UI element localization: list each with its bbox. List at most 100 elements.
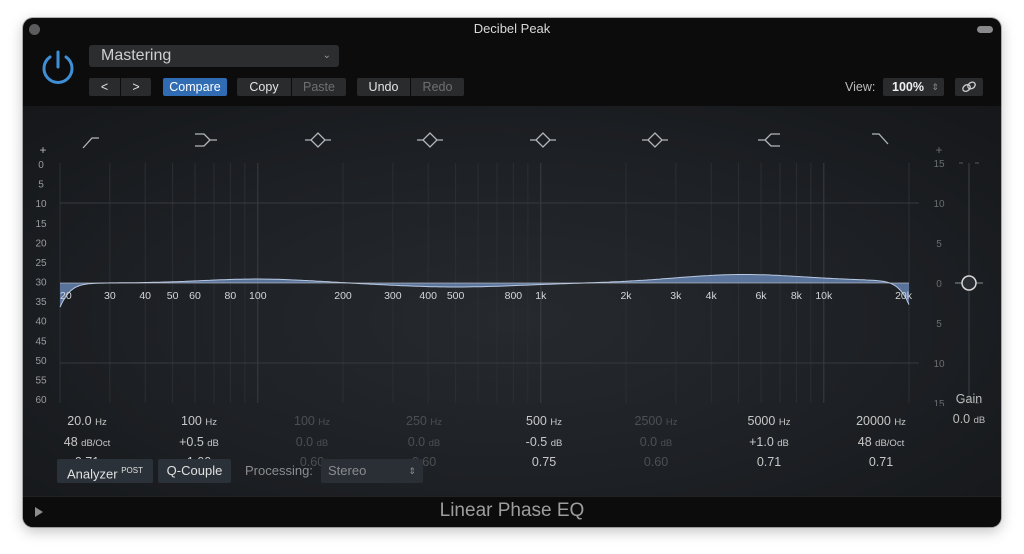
left-scale-tick: 20 (35, 238, 47, 249)
band-frequency-value[interactable]: 5000 (748, 414, 776, 428)
band-gain-unit: dB/Oct (875, 437, 905, 449)
compare-button[interactable]: Compare (163, 78, 227, 96)
bell-icon[interactable] (305, 132, 331, 148)
band-8-readout[interactable]: 20000 Hz 48 dB/Oct 0.71 (851, 412, 911, 473)
high-shelf-icon[interactable] (758, 133, 780, 147)
bell-icon[interactable] (530, 132, 556, 148)
band-frequency-unit: Hz (894, 417, 906, 428)
band-gain-value[interactable]: 0.0 (296, 435, 313, 449)
frequency-label: 60 (189, 290, 201, 302)
band-frequency-unit: Hz (318, 417, 330, 428)
preset-menu[interactable]: Mastering ⌄ (89, 45, 339, 67)
bell-icon[interactable] (417, 132, 443, 148)
band-gain-value[interactable]: 0.0 (640, 435, 657, 449)
left-scale-tick: 15 (35, 219, 47, 230)
view-zoom-select[interactable]: 100% ⇕ (883, 78, 944, 96)
band-frequency-unit: Hz (550, 417, 562, 428)
band-gain-unit: dB (316, 437, 329, 449)
band-frequency-unit: Hz (95, 417, 107, 428)
left-scale-tick: 0 (38, 160, 44, 171)
left-scale-tick: 50 (35, 356, 47, 367)
copy-button[interactable]: Copy (237, 78, 291, 96)
frequency-label: 30 (104, 290, 116, 302)
paste-button[interactable]: Paste (292, 78, 346, 96)
frequency-label: 500 (447, 290, 465, 302)
frequency-label: 8k (791, 290, 803, 302)
bell-icon[interactable] (642, 132, 668, 148)
band-7-readout[interactable]: 5000 Hz +1.0 dB 0.71 (739, 412, 799, 473)
window-control-pill[interactable] (977, 26, 993, 33)
frequency-label: 800 (505, 290, 523, 302)
low-shelf-icon[interactable] (195, 133, 217, 147)
frequency-label: 50 (167, 290, 179, 302)
band-gain-value[interactable]: 48 (64, 435, 78, 449)
previous-preset-button[interactable]: < (89, 78, 120, 96)
next-preset-button[interactable]: > (121, 78, 151, 96)
high-cut-icon[interactable] (872, 133, 889, 145)
view-zoom-value: 100% (892, 80, 924, 94)
redo-button[interactable]: Redo (411, 78, 464, 96)
left-scale-tick: 35 (35, 297, 47, 308)
left-scale-tick: 30 (35, 278, 47, 289)
processing-select[interactable]: Stereo ⇕ (321, 459, 423, 483)
band-6-readout[interactable]: 2500 Hz 0.0 dB 0.60 (626, 412, 686, 473)
low-cut-icon[interactable] (82, 137, 99, 149)
left-scale-tick: 45 (35, 336, 47, 347)
band-gain-unit: dB (550, 437, 563, 449)
band-frequency-value[interactable]: 250 (406, 414, 427, 428)
left-scale-tick: 5 (38, 180, 44, 191)
gain-knob[interactable] (961, 275, 977, 291)
frequency-label: 20 (60, 290, 72, 302)
band-5-readout[interactable]: 500 Hz -0.5 dB 0.75 (514, 412, 574, 473)
left-scale-tick: 40 (35, 317, 47, 328)
band-frequency-value[interactable]: 500 (526, 414, 547, 428)
band-q-value[interactable]: 0.75 (532, 455, 556, 469)
band-gain-unit: dB (660, 437, 673, 449)
right-scale-tick: 10 (933, 199, 945, 210)
frequency-label: 300 (384, 290, 402, 302)
left-scale-tick: 10 (35, 199, 47, 210)
band-q-value[interactable]: 0.60 (644, 455, 668, 469)
band-frequency-unit: Hz (778, 417, 791, 428)
band-frequency-value[interactable]: 2500 (635, 414, 663, 428)
band-q-value[interactable]: 0.71 (869, 455, 893, 469)
plugin-window: Decibel Peak Mastering ⌄ < > Compare Cop… (23, 18, 1001, 527)
left-scale-plus: + (39, 143, 46, 157)
band-frequency-value[interactable]: 100 (181, 414, 202, 428)
link-icon (962, 81, 976, 93)
band-frequency-value[interactable]: 20.0 (67, 414, 91, 428)
band-gain-value[interactable]: 0.0 (408, 435, 425, 449)
processing-label: Processing: (245, 463, 313, 478)
band-frequency-value[interactable]: 20000 (856, 414, 891, 428)
right-scale-tick: 5 (936, 319, 942, 330)
power-icon[interactable] (39, 48, 77, 86)
eq-curve-fill (60, 274, 909, 308)
band-gain-value[interactable]: +1.0 (749, 435, 774, 449)
frequency-label: 10k (815, 290, 833, 302)
frequency-label: 2k (620, 290, 632, 302)
link-button[interactable] (955, 78, 983, 96)
chevron-down-icon: ⌄ (322, 50, 331, 61)
q-couple-button[interactable]: Q-Couple (158, 459, 231, 483)
band-gain-value[interactable]: 48 (858, 435, 872, 449)
master-gain-readout[interactable]: Gain 0.0 dB (941, 390, 997, 430)
band-q-value[interactable]: 0.71 (757, 455, 781, 469)
band-gain-value[interactable]: -0.5 (526, 435, 548, 449)
analyzer-post-label: POST (121, 466, 143, 475)
left-scale-tick: 60 (35, 395, 47, 406)
band-gain-value[interactable]: +0.5 (179, 435, 204, 449)
frequency-label: 100 (249, 290, 267, 302)
analyzer-button[interactable]: Analyzer POST (57, 459, 153, 483)
gain-value: 0.0 (952, 411, 971, 426)
window-title: Decibel Peak (473, 21, 551, 36)
right-scale-plus: + (935, 143, 942, 157)
right-scale-tick: 0 (936, 279, 942, 290)
band-gain-unit: dB (207, 437, 219, 449)
stepper-icon: ⇕ (408, 466, 416, 476)
band-gain-unit: dB/Oct (81, 437, 111, 449)
frequency-label: 3k (670, 290, 682, 302)
eq-graph[interactable]: +051015202530354045505560-+15105051015-2… (23, 106, 1001, 406)
frequency-label: 80 (225, 290, 237, 302)
undo-button[interactable]: Undo (357, 78, 410, 96)
band-frequency-value[interactable]: 100 (294, 414, 315, 428)
